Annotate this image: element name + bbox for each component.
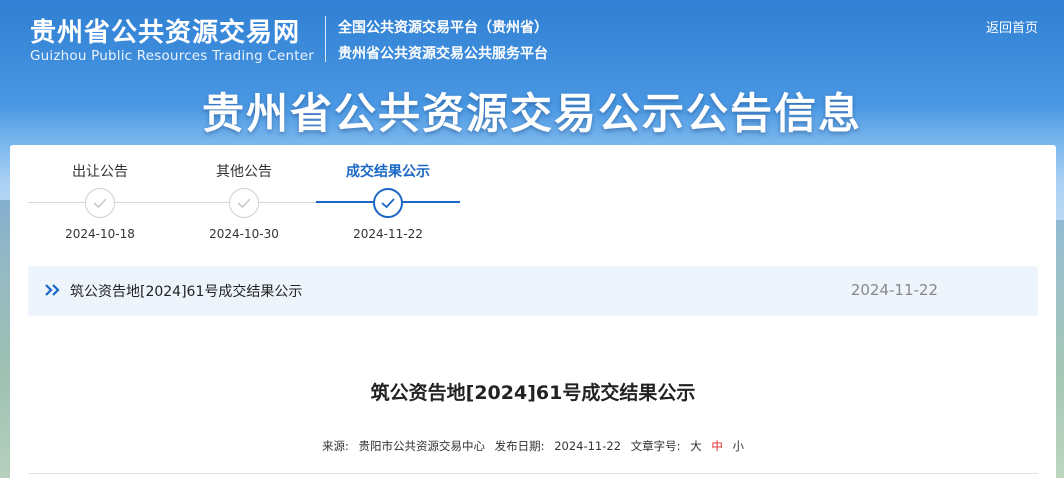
source-value: 贵阳市公共资源交易中心 <box>358 439 486 453</box>
font-size-medium-button[interactable]: 中 <box>711 439 723 453</box>
step-label: 成交结果公示 <box>346 164 430 180</box>
source-label: 来源: <box>321 439 349 453</box>
step-label: 其他公告 <box>216 164 272 180</box>
notice-date: 2024-11-22 <box>850 281 938 299</box>
article-title: 筑公资告地[2024]61号成交结果公示 <box>370 382 696 404</box>
step-transfer-announcement[interactable]: 出让公告 2024-10-18 <box>28 157 172 247</box>
step-other-announcement[interactable]: 其他公告 2024-10-30 <box>172 157 316 247</box>
font-size-small-button[interactable]: 小 <box>733 439 745 453</box>
publish-date-value: 2024-11-22 <box>554 439 622 453</box>
notice-title[interactable]: 筑公资告地[2024]61号成交结果公示 <box>70 281 302 301</box>
check-icon <box>85 188 115 218</box>
font-size-large-button[interactable]: 大 <box>690 439 702 453</box>
step-deal-result[interactable]: 成交结果公示 2024-11-22 <box>316 157 460 247</box>
content-card: 出让公告 2024-10-18 其他公告 2024-10-30 成交结果公示 2… <box>10 145 1056 478</box>
meta-divider <box>28 473 1038 474</box>
double-chevron-right-icon <box>44 282 62 302</box>
site-logo-chinese[interactable]: 贵州省公共资源交易网 <box>30 12 300 49</box>
site-header: 贵州省公共资源交易网 Guizhou Public Resources Trad… <box>0 0 1064 80</box>
back-home-link[interactable]: 返回首页 <box>986 17 1038 36</box>
notice-item[interactable]: 筑公资告地[2024]61号成交结果公示 2024-11-22 <box>28 266 1038 316</box>
article-meta: 来源: 贵阳市公共资源交易中心 发布日期: 2024-11-22 文章字号: 大… <box>10 438 1056 454</box>
publish-date-label: 发布日期: <box>494 439 545 453</box>
page-banner-title: 贵州省公共资源交易公示公告信息 <box>201 89 862 138</box>
step-date: 2024-10-30 <box>209 227 279 241</box>
header-divider <box>325 16 326 62</box>
announcement-timeline: 出让公告 2024-10-18 其他公告 2024-10-30 成交结果公示 2… <box>28 157 468 247</box>
site-logo-english: Guizhou Public Resources Trading Center <box>30 48 315 64</box>
step-date: 2024-11-22 <box>353 227 423 241</box>
check-icon <box>373 188 403 218</box>
platform-name-provincial: 贵州省公共资源交易公共服务平台 <box>338 46 548 62</box>
platform-name-national: 全国公共资源交易平台（贵州省） <box>338 20 548 36</box>
font-size-label: 文章字号: <box>630 439 681 453</box>
check-icon <box>229 188 259 218</box>
step-label: 出让公告 <box>72 164 128 180</box>
step-date: 2024-10-18 <box>65 227 135 241</box>
